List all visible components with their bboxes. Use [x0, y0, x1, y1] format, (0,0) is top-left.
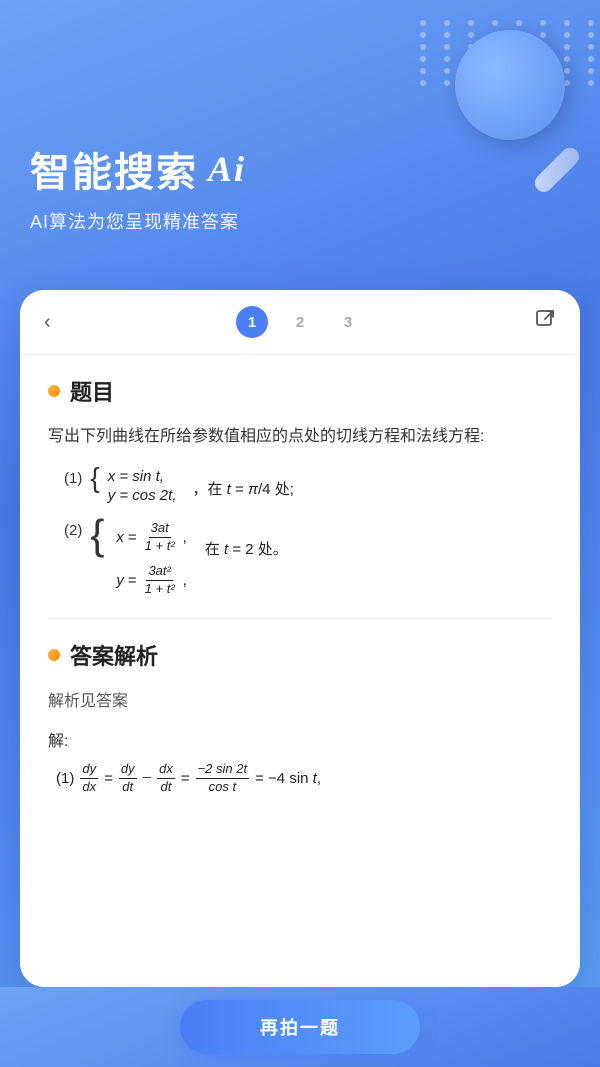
problem-2: (2) { x = 3at1 + t² , y = 3at²1 + t² , — [64, 520, 552, 598]
problem-1-label: (1) — [64, 468, 82, 487]
back-button[interactable]: ‹ — [44, 311, 51, 334]
problem-2-line: (2) { x = 3at1 + t² , y = 3at²1 + t² , — [64, 520, 552, 598]
problem-1-eq2: y = cos 2t, — [108, 487, 177, 504]
problem-description: 写出下列曲线在所给参数值相应的点处的切线方程和法线方程: — [48, 423, 552, 450]
card-nav: ‹ 1 2 3 — [20, 290, 580, 355]
ai-badge: Ai — [208, 148, 246, 190]
subtitle: AI算法为您呈现精准答案 — [30, 208, 246, 234]
answer-title: 答案解析 — [70, 639, 158, 671]
problem-1-brace: { — [90, 464, 99, 492]
problem-1-eq1: x = sin t, — [108, 468, 177, 485]
solution-1: (1) dydx = dy dt ─ dx dt = −2 sin 2t cos… — [56, 761, 552, 796]
problem-1-system: x = sin t, y = cos 2t, — [108, 468, 177, 504]
answer-section-header: 答案解析 — [48, 639, 552, 671]
problem-1: (1) { x = sin t, y = cos 2t, ，在 t = π/4 … — [64, 468, 552, 504]
answer-dot — [48, 649, 60, 661]
problem-2-brace: { — [90, 516, 104, 554]
page-3-button[interactable]: 3 — [332, 306, 364, 338]
share-button[interactable] — [534, 308, 556, 336]
problem-1-line: (1) { x = sin t, y = cos 2t, ，在 t = π/4 … — [64, 468, 552, 504]
retake-button[interactable]: 再拍一题 — [180, 1000, 420, 1054]
answer-note: 解析见答案 — [48, 687, 552, 711]
magnifier-icon — [420, 20, 580, 180]
problem-title: 题目 — [70, 375, 114, 407]
page-navigation: 1 2 3 — [236, 306, 364, 338]
section-divider — [48, 618, 552, 619]
ai-label: Ai — [208, 149, 246, 189]
header-content: 智能搜索 Ai AI算法为您呈现精准答案 — [30, 140, 246, 234]
main-title: 智能搜索 Ai — [30, 140, 246, 198]
title-text: 智能搜索 — [30, 140, 198, 198]
page-1-button[interactable]: 1 — [236, 306, 268, 338]
bottom-bar: 再拍一题 — [0, 987, 600, 1067]
problem-section-header: 题目 — [48, 375, 552, 407]
problem-2-label: (2) — [64, 520, 82, 539]
solution-label: 解: — [48, 727, 552, 751]
main-card: ‹ 1 2 3 题目 写出下列曲线在所给参数值相应的点处的切线方程和法线方程: … — [20, 290, 580, 987]
problem-dot — [48, 385, 60, 397]
problem-1-condition: ，在 t = π/4 处; — [193, 478, 294, 499]
card-body: 题目 写出下列曲线在所给参数值相应的点处的切线方程和法线方程: (1) { x … — [20, 355, 580, 982]
problem-2-system: x = 3at1 + t² , y = 3at²1 + t² , — [116, 520, 186, 598]
problem-2-condition: 在 t = 2 处。 — [205, 538, 288, 559]
page-2-button[interactable]: 2 — [284, 306, 316, 338]
